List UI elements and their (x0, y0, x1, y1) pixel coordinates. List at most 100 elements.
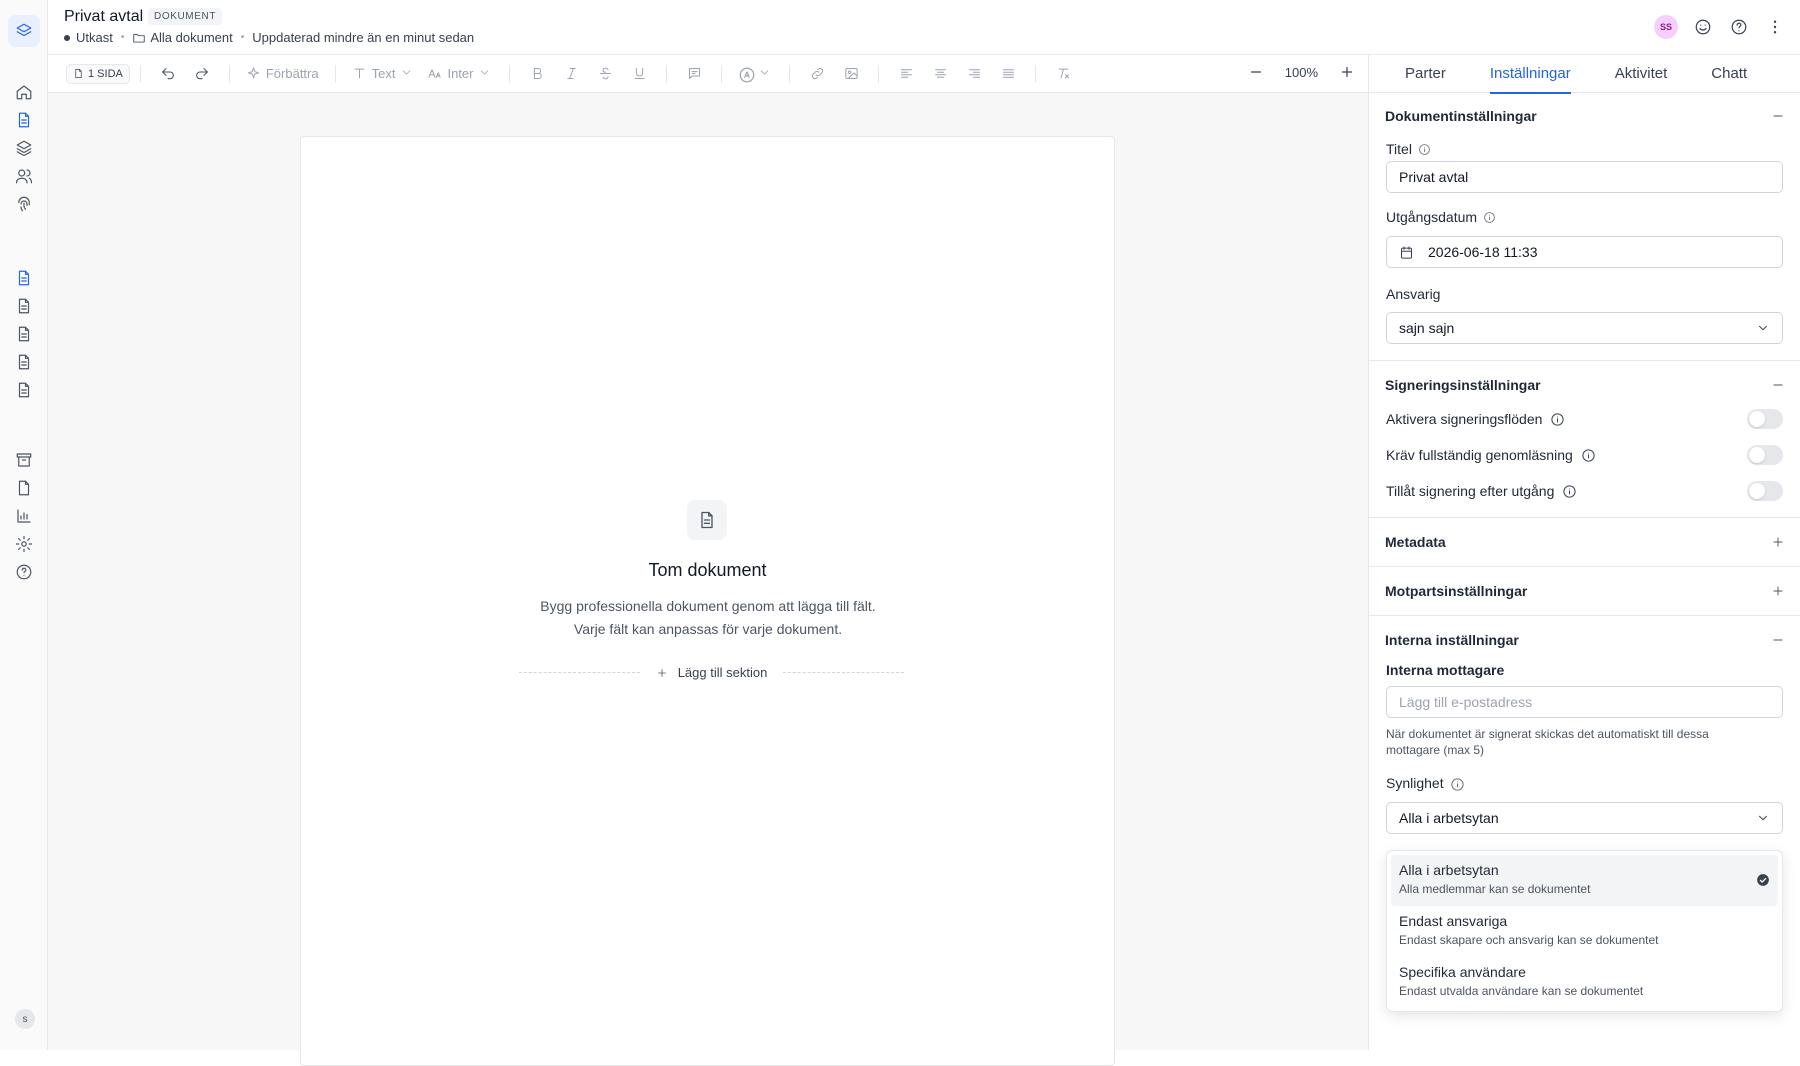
chevron-down-icon (1756, 321, 1770, 335)
folder-link[interactable]: Alla dokument (150, 30, 232, 45)
templates-icon[interactable] (15, 139, 33, 157)
document-list-icon-3[interactable] (15, 325, 33, 343)
visibility-option[interactable]: Alla i arbetsytan Alla medlemmar kan se … (1391, 855, 1778, 906)
help-circle-icon[interactable] (1728, 16, 1750, 38)
redo-icon[interactable] (191, 63, 213, 85)
empty-document-icon (687, 500, 727, 540)
file-icon[interactable] (15, 479, 33, 497)
info-icon[interactable] (1581, 448, 1596, 463)
document-list-icon-2[interactable] (15, 297, 33, 315)
undo-icon[interactable] (157, 63, 179, 85)
info-icon[interactable] (1483, 211, 1496, 224)
info-icon[interactable] (1418, 143, 1431, 156)
visibility-select[interactable]: Alla i arbetsytan (1386, 802, 1783, 834)
toolbar-divider (509, 64, 511, 83)
owner-value: sajn sajn (1399, 320, 1455, 336)
align-center-icon[interactable] (929, 63, 951, 85)
document-meta: Utkast • Alla dokument • Uppdaterad mind… (64, 30, 474, 45)
help-icon[interactable] (15, 563, 33, 581)
info-icon[interactable] (1562, 484, 1577, 499)
full-read-toggle-row: Kräv fullständig genomläsning (1386, 445, 1783, 465)
tab-installningar[interactable]: Inställningar (1489, 55, 1571, 94)
more-vertical-icon[interactable] (1764, 16, 1786, 38)
add-section-button[interactable]: Lägg till sektion (640, 665, 784, 680)
archive-icon[interactable] (15, 451, 33, 469)
documents-icon[interactable] (15, 111, 33, 129)
user-avatar[interactable]: s (15, 1009, 35, 1029)
text-color-select[interactable] (738, 66, 773, 83)
home-icon[interactable] (15, 83, 33, 101)
visibility-label: Synlighet (1386, 775, 1464, 791)
owner-label: Ansvarig (1386, 286, 1440, 302)
visibility-option[interactable]: Endast ansvariga Endast skapare och ansv… (1391, 906, 1778, 957)
text-type-icon (352, 66, 367, 81)
title-input[interactable]: Privat avtal (1386, 161, 1783, 193)
check-circle-icon (1756, 873, 1770, 887)
expand-icon[interactable] (1771, 535, 1785, 549)
visibility-option[interactable]: Specifika användare Endast utvalda använ… (1391, 957, 1778, 1008)
app-logo-icon[interactable] (8, 15, 40, 47)
dashed-divider (519, 672, 640, 673)
collapse-icon[interactable] (1771, 378, 1785, 392)
left-rail: s (0, 0, 48, 1050)
document-list-icon-5[interactable] (15, 381, 33, 399)
align-justify-icon[interactable] (997, 63, 1019, 85)
collapse-icon[interactable] (1771, 633, 1785, 647)
internal-recipients-label-text: Interna mottagare (1386, 662, 1505, 678)
document-header: Privat avtal DOKUMENT Utkast • Alla doku… (48, 0, 1800, 55)
signing-flow-toggle[interactable] (1747, 409, 1783, 429)
metadata-header[interactable]: Metadata (1385, 534, 1785, 550)
document-list-icon-1[interactable] (15, 269, 33, 287)
expiry-date-picker[interactable]: 2026-06-18 11:33 (1386, 236, 1783, 268)
status-label: Utkast (76, 30, 113, 45)
zoom-in-icon[interactable] (1338, 63, 1356, 81)
font-select[interactable]: Inter (427, 66, 493, 81)
zoom-out-icon[interactable] (1247, 63, 1265, 81)
fingerprint-icon[interactable] (15, 195, 33, 213)
image-icon[interactable] (840, 63, 862, 85)
contacts-icon[interactable] (15, 167, 33, 185)
signing-settings-header[interactable]: Signeringsinställningar (1385, 377, 1785, 393)
chart-icon[interactable] (15, 507, 33, 525)
title-label-text: Titel (1386, 141, 1412, 157)
expand-icon[interactable] (1771, 584, 1785, 598)
panel-tabs: Parter Inställningar Aktivitet Chatt (1369, 55, 1800, 94)
settings-icon[interactable] (15, 535, 33, 553)
tab-parter[interactable]: Parter (1405, 55, 1446, 93)
bold-icon[interactable] (526, 63, 548, 85)
text-style-select[interactable]: Text (352, 66, 416, 81)
collapse-icon[interactable] (1771, 109, 1785, 123)
sign-after-expiry-toggle[interactable] (1747, 481, 1783, 501)
document-settings-header[interactable]: Dokumentinställningar (1385, 108, 1785, 124)
clear-format-icon[interactable] (1052, 63, 1074, 85)
info-icon[interactable] (1450, 777, 1464, 791)
section-divider (1369, 615, 1800, 616)
underline-icon[interactable] (628, 63, 650, 85)
internal-settings-header[interactable]: Interna inställningar (1385, 632, 1785, 648)
counterparty-settings-header[interactable]: Motpartsinställningar (1385, 583, 1785, 599)
toolbar-divider (878, 64, 880, 83)
emoji-icon[interactable] (1692, 16, 1714, 38)
info-icon[interactable] (1550, 412, 1565, 427)
tab-aktivitet[interactable]: Aktivitet (1615, 55, 1668, 93)
full-read-toggle[interactable] (1747, 445, 1783, 465)
align-left-icon[interactable] (895, 63, 917, 85)
improve-button[interactable]: Förbättra (246, 66, 319, 81)
strikethrough-icon[interactable] (594, 63, 616, 85)
owner-select[interactable]: sajn sajn (1386, 312, 1783, 344)
font-size-icon (427, 66, 442, 81)
align-right-icon[interactable] (963, 63, 985, 85)
toolbar-divider (1035, 64, 1037, 83)
pages-button[interactable]: 1 SIDA (66, 63, 130, 84)
italic-icon[interactable] (560, 63, 582, 85)
comment-icon[interactable] (683, 63, 705, 85)
document-title[interactable]: Privat avtal (64, 8, 143, 26)
tab-chatt[interactable]: Chatt (1711, 55, 1747, 93)
document-page[interactable]: Tom dokument Bygg professionella dokumen… (300, 136, 1115, 1066)
link-icon[interactable] (806, 63, 828, 85)
collaborator-avatar[interactable]: SS (1654, 15, 1678, 39)
toolbar-divider (139, 64, 141, 83)
internal-recipients-input[interactable]: Lägg till e-postadress (1386, 686, 1783, 718)
document-list-icon-4[interactable] (15, 353, 33, 371)
section-divider (1369, 517, 1800, 518)
